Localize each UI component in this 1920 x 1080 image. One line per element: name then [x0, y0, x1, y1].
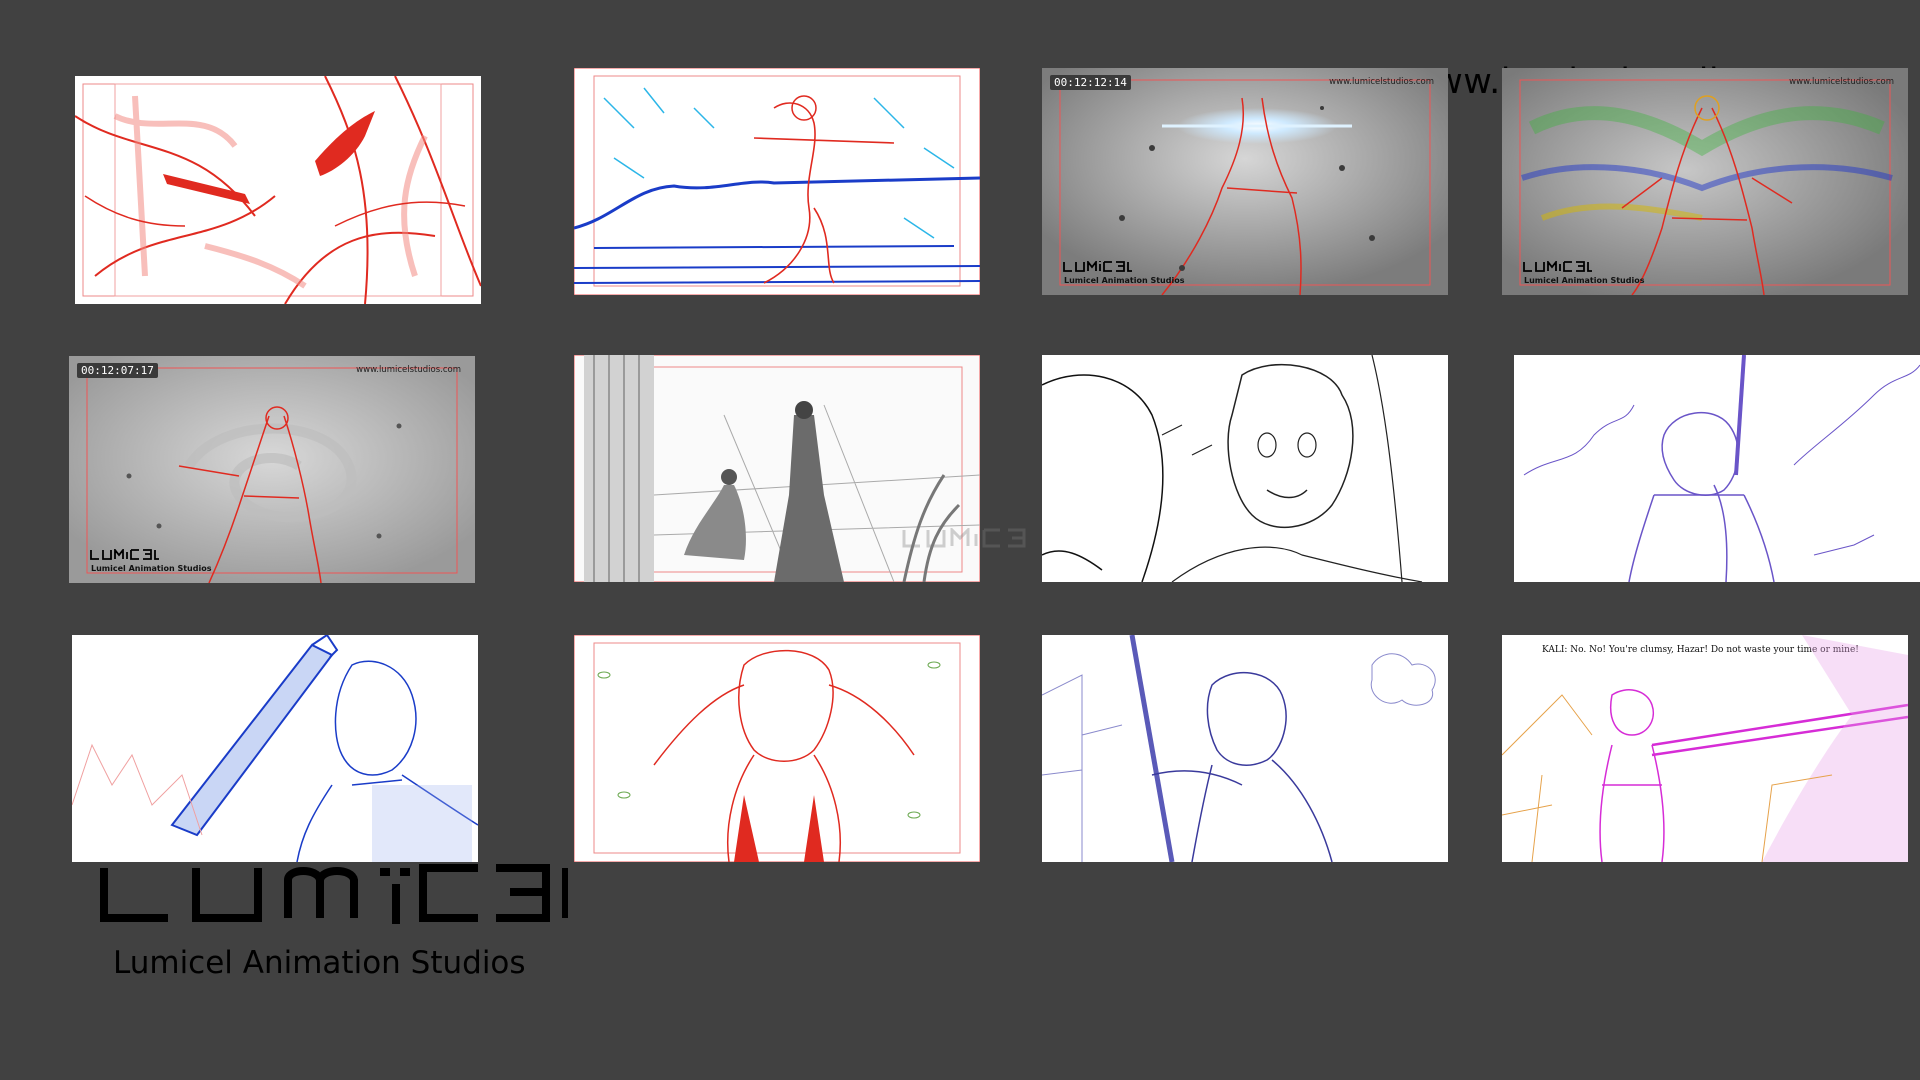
lumicel-logo-large — [100, 864, 568, 924]
storyboard-panel-9 — [72, 635, 478, 862]
storyboard-panel-5: 00:12:07:17 www.lumicelstudios.com Lumic… — [69, 356, 475, 583]
storyboard-panel-10 — [574, 635, 980, 862]
timecode-label: 00:12:07:17 — [77, 363, 158, 378]
sketch-sword-strike — [1502, 635, 1908, 862]
sketch-lineart-face — [1042, 355, 1423, 582]
panel-site-label: www.lumicelstudios.com — [1329, 77, 1434, 87]
storyboard-panel-4: www.lumicelstudios.com Lumicel Animation… — [1502, 68, 1908, 295]
panel-studio-label: Lumicel Animation Studios — [1524, 276, 1645, 285]
storyboard-panel-2 — [574, 68, 980, 295]
storyboard-panel-8 — [1514, 355, 1920, 582]
storyboard-panel-12: KALI: No. No! You're clumsy, Hazar! Do n… — [1502, 635, 1908, 862]
timecode-label: 00:12:12:14 — [1050, 75, 1131, 90]
studio-name: Lumicel Animation Studios — [113, 945, 526, 981]
panel-site-label: www.lumicelstudios.com — [1789, 77, 1894, 87]
lumicel-logo-small — [1063, 261, 1132, 272]
sketch-sword-raise — [1523, 355, 1920, 582]
lumicel-logo-small — [90, 549, 159, 560]
lumicel-watermark — [902, 528, 1026, 548]
sketch-sword-overhead — [72, 635, 478, 862]
storyboard-panel-7 — [1042, 355, 1448, 582]
sketch-staff-grip — [1042, 635, 1436, 862]
storyboard-panel-1 — [75, 76, 481, 304]
storyboard-panel-11 — [1042, 635, 1448, 862]
lumicel-logo-small — [1523, 261, 1592, 272]
sketch-sword-run — [574, 68, 980, 295]
panel-studio-label: Lumicel Animation Studios — [91, 564, 212, 573]
storyboard-panel-3: 00:12:12:14 www.lumicelstudios.com Lumic… — [1042, 68, 1448, 295]
panel-studio-label: Lumicel Animation Studios — [1064, 276, 1185, 285]
sketch-red-eyes — [75, 76, 481, 304]
panel-site-label: www.lumicelstudios.com — [356, 365, 461, 375]
sketch-head-clutch — [574, 635, 980, 862]
